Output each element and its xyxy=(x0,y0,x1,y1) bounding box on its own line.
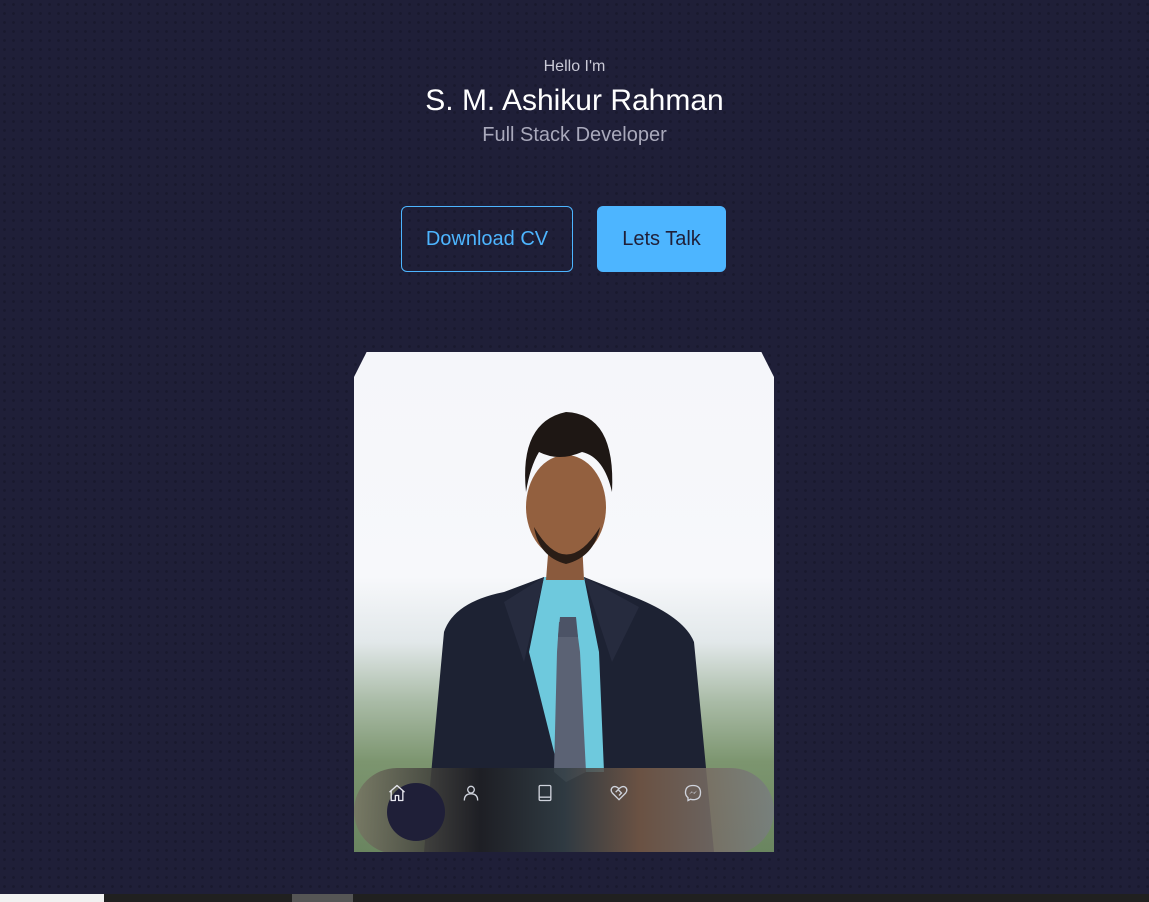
book-icon xyxy=(538,784,552,802)
home-icon xyxy=(389,784,405,802)
nav-contact[interactable] xyxy=(683,783,741,841)
browser-taskbar-strip xyxy=(0,894,1149,902)
nav-home[interactable] xyxy=(387,783,445,841)
bottom-nav xyxy=(354,768,774,852)
lets-talk-button[interactable]: Lets Talk xyxy=(597,206,726,272)
handshake-heart-icon xyxy=(610,785,628,801)
hero-role: Full Stack Developer xyxy=(482,124,667,146)
taskbar-segment xyxy=(292,894,353,902)
hero-name: S. M. Ashikur Rahman xyxy=(425,84,724,117)
messenger-icon xyxy=(684,784,702,802)
nav-about[interactable] xyxy=(461,783,519,841)
nav-services[interactable] xyxy=(609,783,667,841)
taskbar-segment xyxy=(0,894,104,902)
download-cv-button[interactable]: Download CV xyxy=(401,206,573,272)
profile-photo xyxy=(354,352,774,852)
user-icon xyxy=(463,785,479,801)
greeting-text: Hello I'm xyxy=(543,58,606,75)
nav-experience[interactable] xyxy=(535,783,593,841)
